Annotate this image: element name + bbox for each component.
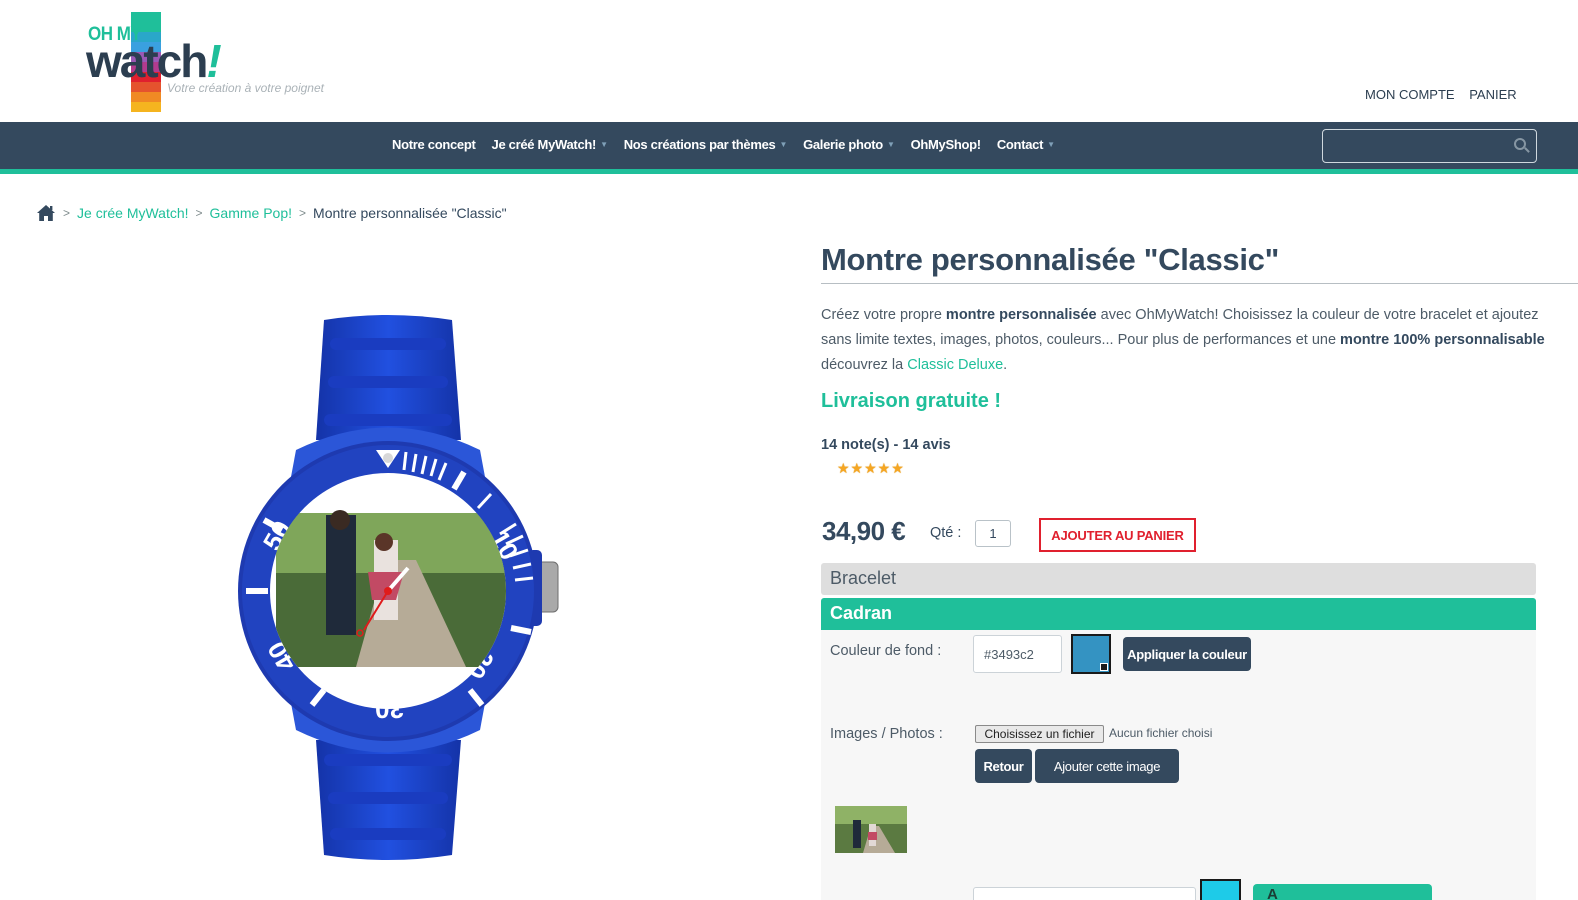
- uploaded-photo-thumbnail-image: [835, 806, 907, 853]
- quantity-label: Qté :: [930, 525, 962, 541]
- chevron-down-icon: ▼: [600, 140, 608, 149]
- main-nav: Notre concept Je créé MyWatch! ▼ Nos créa…: [0, 122, 1578, 169]
- breadcrumb-link-pop[interactable]: Gamme Pop!: [210, 205, 292, 221]
- nav-item-label: OhMyShop!: [910, 137, 982, 152]
- home-icon[interactable]: [36, 204, 56, 222]
- choose-file-button[interactable]: Choisissez un fichier: [975, 725, 1104, 743]
- description-bold: montre 100% personnalisable: [1340, 332, 1545, 348]
- logo-tagline: Votre création à votre poignet: [167, 81, 324, 95]
- logo-wordmark-main: watch: [86, 35, 208, 87]
- uploaded-image-thumbnail[interactable]: [835, 806, 907, 853]
- nav-accent-line: [0, 169, 1578, 174]
- description-text: sans limite textes, images, photos, coul…: [821, 332, 1341, 348]
- description-line: découvrez la Classic Deluxe.: [821, 353, 1578, 378]
- breadcrumb-current: Montre personnalisée "Classic": [313, 205, 507, 221]
- search-icon[interactable]: [1514, 138, 1526, 150]
- add-image-button[interactable]: Ajouter cette image: [1035, 749, 1179, 783]
- breadcrumb-link-create[interactable]: Je crée MyWatch!: [77, 205, 189, 221]
- nav-item-label: Nos créations par thèmes: [623, 137, 776, 152]
- apply-color-button[interactable]: Appliquer la couleur: [1123, 637, 1251, 671]
- bg-color-field[interactable]: [973, 635, 1062, 673]
- product-description: Créez votre propre montre personnalisée …: [821, 303, 1578, 378]
- text-color-swatch[interactable]: [1200, 879, 1241, 900]
- search-input[interactable]: [1322, 129, 1537, 163]
- watch-preview-image: 10 20 30 40 50: [238, 315, 559, 860]
- classic-deluxe-link[interactable]: Classic Deluxe: [907, 357, 1003, 373]
- no-file-chosen-text: Aucun fichier choisi: [1109, 726, 1213, 740]
- breadcrumb: > Je crée MyWatch! > Gamme Pop! > Montre…: [36, 204, 507, 222]
- description-line: sans limite textes, images, photos, coul…: [821, 328, 1578, 353]
- bracelet-section-header[interactable]: Bracelet: [821, 563, 1536, 595]
- logo-wordmark: watch!: [86, 34, 222, 88]
- description-text: avec OhMyWatch! Choisissez la couleur de…: [1096, 307, 1539, 323]
- description-line: Créez votre propre montre personnalisée …: [821, 303, 1578, 328]
- description-bold: montre personnalisée: [945, 307, 1097, 323]
- nav-item-create[interactable]: Je créé MyWatch! ▼: [492, 137, 608, 152]
- account-links: MON COMPTE PANIER: [1365, 87, 1528, 102]
- chevron-down-icon: ▼: [779, 140, 788, 149]
- images-label: Images / Photos :: [830, 726, 943, 742]
- add-text-button-label: A: [1267, 886, 1278, 900]
- star-rating: ★★★★★: [837, 460, 905, 476]
- watch-preview: 10 20 30 40 50: [236, 310, 566, 865]
- quantity-input[interactable]: [975, 520, 1011, 547]
- title-divider: [821, 283, 1578, 284]
- product-price: 34,90 €: [822, 516, 906, 546]
- site-header: OH MY watch! Votre création à votre poig…: [0, 0, 1578, 122]
- nav-item-concept[interactable]: Notre concept: [392, 137, 476, 152]
- nav-item-gallery[interactable]: Galerie photo ▼: [803, 137, 895, 152]
- nav-menu: Notre concept Je créé MyWatch! ▼ Nos créa…: [392, 137, 1055, 152]
- logo-wordmark-excl: !: [206, 35, 221, 87]
- reviews-count[interactable]: 14 note(s) - 14 avis: [821, 437, 951, 453]
- nav-item-label: Galerie photo: [803, 137, 883, 152]
- breadcrumb-separator: >: [63, 206, 71, 220]
- product-title: Montre personnalisée "Classic": [821, 242, 1279, 277]
- description-text: découvrez la: [821, 357, 908, 373]
- nav-item-contact[interactable]: Contact ▼: [997, 137, 1055, 152]
- nav-item-label: Contact: [996, 137, 1044, 152]
- description-text: .: [1003, 357, 1008, 373]
- breadcrumb-separator: >: [195, 206, 203, 220]
- text-input-field[interactable]: [973, 887, 1196, 900]
- nav-item-label: Je créé MyWatch!: [491, 137, 597, 152]
- add-to-cart-button[interactable]: AJOUTER AU PANIER: [1039, 518, 1196, 552]
- breadcrumb-separator: >: [299, 206, 307, 220]
- nav-item-shop[interactable]: OhMyShop!: [910, 137, 982, 152]
- my-account-link[interactable]: MON COMPTE: [1365, 87, 1455, 102]
- nav-item-label: Notre concept: [392, 137, 476, 152]
- site-logo[interactable]: OH MY watch! Votre création à votre poig…: [86, 10, 346, 114]
- back-button[interactable]: Retour: [975, 749, 1032, 783]
- bg-color-label: Couleur de fond :: [830, 643, 942, 659]
- add-text-button[interactable]: A: [1253, 884, 1432, 900]
- bracelet-section-title: Bracelet: [830, 568, 897, 588]
- chevron-down-icon: ▼: [886, 140, 895, 149]
- color-picker-swatch[interactable]: [1071, 634, 1111, 674]
- cart-link[interactable]: PANIER: [1469, 87, 1516, 102]
- free-shipping-label: Livraison gratuite !: [821, 390, 1002, 412]
- nav-item-themes[interactable]: Nos créations par thèmes ▼: [623, 137, 788, 152]
- description-text: Créez votre propre: [821, 307, 946, 323]
- chevron-down-icon: ▼: [1047, 140, 1055, 149]
- cadran-section-title: Cadran: [830, 603, 893, 623]
- cadran-section-header[interactable]: Cadran: [821, 598, 1536, 630]
